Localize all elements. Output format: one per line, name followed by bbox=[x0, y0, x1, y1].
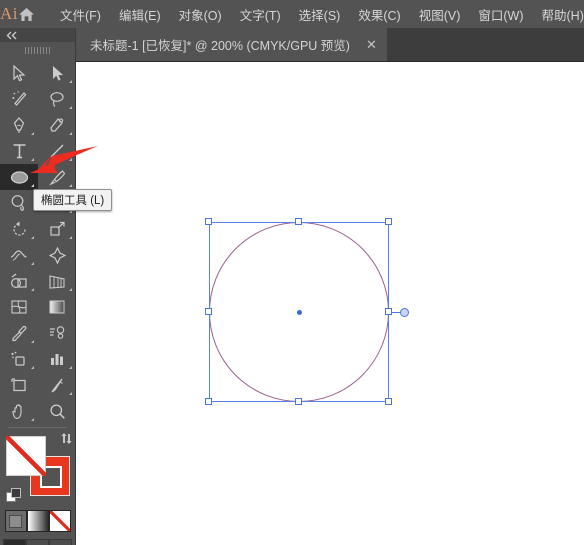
tool-ellipse[interactable] bbox=[0, 164, 38, 190]
tool-line-segment[interactable] bbox=[38, 138, 76, 164]
default-fill-stroke-icon[interactable] bbox=[6, 488, 22, 504]
tool-zoom[interactable] bbox=[38, 398, 76, 424]
flyout-indicator bbox=[31, 418, 34, 421]
document-tab[interactable]: 未标题-1 [已恢复]* @ 200% (CMYK/GPU 预览) ✕ bbox=[76, 28, 387, 61]
home-icon[interactable] bbox=[18, 0, 35, 28]
tool-tooltip: 椭圆工具 (L) bbox=[33, 189, 113, 211]
menu-effect[interactable]: 效果(C) bbox=[349, 2, 409, 27]
flyout-indicator bbox=[31, 340, 34, 343]
flyout-indicator bbox=[31, 132, 34, 135]
handle-bottom-center[interactable] bbox=[295, 398, 302, 405]
draw-inside-icon[interactable] bbox=[49, 539, 72, 545]
flyout-indicator bbox=[69, 288, 72, 291]
menu-file[interactable]: 文件(F) bbox=[51, 2, 110, 27]
default-fill-square bbox=[11, 488, 21, 498]
swap-fill-stroke-icon[interactable] bbox=[60, 432, 73, 445]
document-tab-title: 未标题-1 [已恢复]* @ 200% (CMYK/GPU 预览) bbox=[90, 39, 350, 53]
tool-mesh[interactable] bbox=[0, 294, 38, 320]
tool-gradient[interactable] bbox=[38, 294, 76, 320]
flyout-indicator bbox=[69, 106, 72, 109]
fill-stroke-controls bbox=[6, 432, 75, 504]
tool-selection[interactable] bbox=[0, 60, 38, 86]
handle-bottom-left[interactable] bbox=[205, 398, 212, 405]
handle-top-right[interactable] bbox=[385, 218, 392, 225]
menu-type[interactable]: 文字(T) bbox=[231, 2, 290, 27]
tool-paintbrush[interactable] bbox=[38, 164, 76, 190]
rotation-widget[interactable] bbox=[400, 308, 409, 317]
toolbar-divider bbox=[8, 427, 67, 428]
menu-select[interactable]: 选择(S) bbox=[290, 2, 350, 27]
tool-blend[interactable] bbox=[38, 320, 76, 346]
flyout-indicator bbox=[31, 262, 34, 265]
flyout-indicator bbox=[31, 288, 34, 291]
tool-scale[interactable] bbox=[38, 216, 76, 242]
tool-pen[interactable] bbox=[0, 112, 38, 138]
draw-behind-icon[interactable] bbox=[26, 539, 49, 545]
tool-shape-builder[interactable] bbox=[0, 268, 38, 294]
app-logo: Ai bbox=[0, 4, 18, 23]
flyout-indicator bbox=[69, 392, 72, 395]
none-swatch-icon[interactable] bbox=[48, 510, 71, 532]
tool-width[interactable] bbox=[0, 242, 38, 268]
fill-swatch[interactable] bbox=[6, 436, 46, 476]
tool-eyedropper[interactable] bbox=[0, 320, 38, 346]
grip-dots-icon bbox=[24, 46, 51, 54]
tool-magic-wand[interactable] bbox=[0, 86, 38, 112]
menu-view[interactable]: 视图(V) bbox=[410, 2, 470, 27]
canvas[interactable] bbox=[76, 62, 584, 545]
draw-normal-icon[interactable] bbox=[3, 539, 26, 545]
menu-window[interactable]: 窗口(W) bbox=[469, 2, 532, 27]
menu-items: 文件(F) 编辑(E) 对象(O) 文字(T) 选择(S) 效果(C) 视图(V… bbox=[51, 2, 584, 27]
collapse-panel-icon[interactable] bbox=[0, 28, 75, 42]
tool-slice[interactable] bbox=[38, 372, 76, 398]
menu-help[interactable]: 帮助(H) bbox=[533, 2, 584, 27]
tool-lasso[interactable] bbox=[38, 86, 76, 112]
tool-artboard[interactable] bbox=[0, 372, 38, 398]
flyout-indicator bbox=[31, 366, 34, 369]
flyout-indicator bbox=[69, 184, 72, 187]
center-point bbox=[296, 309, 302, 315]
flyout-indicator bbox=[69, 236, 72, 239]
menu-object[interactable]: 对象(O) bbox=[170, 2, 231, 27]
gradient-swatch-icon[interactable] bbox=[26, 510, 49, 532]
handle-bottom-right[interactable] bbox=[385, 398, 392, 405]
menu-bar: Ai 文件(F) 编辑(E) 对象(O) 文字(T) 选择(S) 效果(C) 视… bbox=[0, 0, 584, 28]
handle-middle-right[interactable] bbox=[385, 308, 392, 315]
color-square bbox=[9, 514, 22, 528]
tools-panel bbox=[0, 28, 76, 545]
color-mode-buttons bbox=[0, 510, 75, 532]
flyout-indicator bbox=[69, 80, 72, 83]
tool-perspective-grid[interactable] bbox=[38, 268, 76, 294]
document-tab-bar: 未标题-1 [已恢复]* @ 200% (CMYK/GPU 预览) ✕ bbox=[76, 28, 584, 62]
tool-column-graph[interactable] bbox=[38, 346, 76, 372]
tool-grid bbox=[0, 58, 75, 424]
color-swatch-icon[interactable] bbox=[4, 510, 27, 532]
handle-top-center[interactable] bbox=[295, 218, 302, 225]
draw-mode-buttons bbox=[0, 539, 75, 545]
handle-middle-left[interactable] bbox=[205, 308, 212, 315]
tool-free-transform[interactable] bbox=[38, 242, 76, 268]
tool-rotate[interactable] bbox=[0, 216, 38, 242]
flyout-indicator bbox=[69, 366, 72, 369]
none-slash-icon bbox=[6, 436, 46, 476]
handle-top-left[interactable] bbox=[205, 218, 212, 225]
panel-drag-handle[interactable] bbox=[0, 42, 75, 58]
flyout-indicator bbox=[31, 236, 34, 239]
tool-curvature[interactable] bbox=[38, 112, 76, 138]
flyout-indicator bbox=[31, 184, 34, 187]
flyout-indicator bbox=[69, 158, 72, 161]
tool-symbol-sprayer[interactable] bbox=[0, 346, 38, 372]
tool-type[interactable] bbox=[0, 138, 38, 164]
tool-hand[interactable] bbox=[0, 398, 38, 424]
close-icon[interactable]: ✕ bbox=[362, 38, 381, 51]
illustrator-window: Ai 文件(F) 编辑(E) 对象(O) 文字(T) 选择(S) 效果(C) 视… bbox=[0, 0, 584, 545]
tool-direct-selection[interactable] bbox=[38, 60, 76, 86]
menu-edit[interactable]: 编辑(E) bbox=[110, 2, 170, 27]
flyout-indicator bbox=[31, 158, 34, 161]
flyout-indicator bbox=[69, 132, 72, 135]
